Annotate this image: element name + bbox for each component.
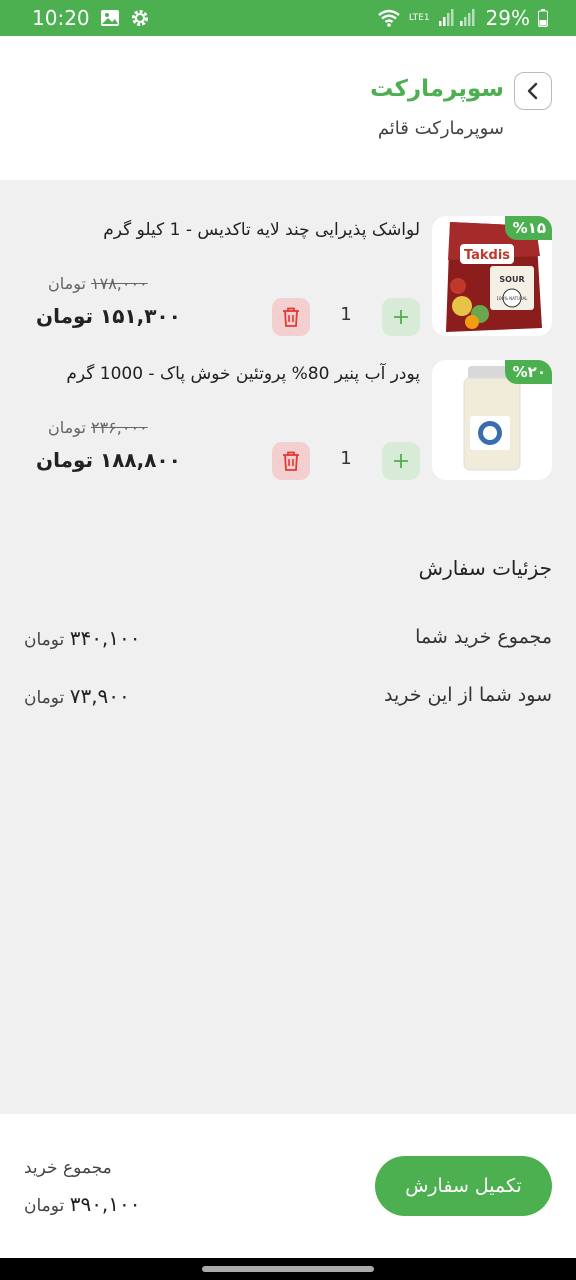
store-title: سوپرمارکت (370, 76, 504, 102)
cart-item: %۲۰ پودر آب پنیر 80% پروتئین خوش پاک - 1… (0, 360, 576, 492)
discount-badge: %۱۵ (504, 216, 552, 240)
old-price: ۲۳۶,۰۰۰ تومان (48, 418, 148, 437)
old-price-currency: تومان (48, 418, 86, 437)
price-value: ۱۵۱,۳۰۰ (99, 304, 181, 328)
increase-quantity-button[interactable] (382, 442, 420, 480)
old-price-value: ۱۷۸,۰۰۰ (91, 274, 148, 293)
brand-text: Takdis (464, 248, 510, 263)
cart-item: Takdis SOUR 100% NATURAL %۱۵ لواشک پذیرا… (0, 216, 576, 348)
quantity: 1 (340, 448, 352, 469)
product-name[interactable]: پودر آب پنیر 80% پروتئین خوش پاک - 1000 … (66, 364, 420, 384)
total-amount: ۳۹۰,۱۰۰ (69, 1192, 141, 1216)
label-line1: SOUR (499, 275, 524, 284)
order-details-title: جزئیات سفارش (418, 556, 552, 580)
detail-currency: تومان (24, 630, 65, 650)
price-value: ۱۸۸,۸۰۰ (99, 448, 181, 472)
image-icon (100, 9, 120, 27)
price-currency: تومان (36, 304, 94, 328)
detail-row-subtotal: مجموع خرید شما ۳۴۰,۱۰۰ تومان (24, 624, 552, 654)
system-nav-bar (0, 1258, 576, 1280)
plus-icon (394, 454, 408, 468)
total-label: مجموع خرید (24, 1158, 112, 1178)
trash-icon (283, 307, 299, 327)
detail-value: ۳۴۰,۱۰۰ تومان (24, 626, 141, 650)
total-currency: تومان (24, 1196, 65, 1216)
total-value: ۳۹۰,۱۰۰ تومان (24, 1192, 141, 1216)
status-left: 10:20 (32, 6, 150, 30)
cart-content: Takdis SOUR 100% NATURAL %۱۵ لواشک پذیرا… (0, 180, 576, 1114)
header: سوپرمارکت سوپرمارکت قائم (0, 36, 576, 180)
delete-item-button[interactable] (272, 442, 310, 480)
price: ۱۸۸,۸۰۰ تومان (36, 448, 181, 472)
product-image[interactable]: %۲۰ (432, 360, 552, 480)
home-gesture-handle[interactable] (202, 1266, 374, 1272)
quantity: 1 (340, 304, 352, 325)
detail-row-savings: سود شما از این خرید ۷۳,۹۰۰ تومان (24, 682, 552, 712)
detail-amount: ۷۳,۹۰۰ (69, 684, 130, 708)
status-time: 10:20 (32, 6, 90, 30)
product-image[interactable]: Takdis SOUR 100% NATURAL %۱۵ (432, 216, 552, 336)
detail-value: ۷۳,۹۰۰ تومان (24, 684, 130, 708)
detail-currency: تومان (24, 688, 65, 708)
status-right: LTE1 29% (377, 6, 548, 30)
battery-icon (538, 9, 548, 27)
wifi-icon (377, 9, 401, 27)
delete-item-button[interactable] (272, 298, 310, 336)
gear-icon (130, 8, 150, 28)
chevron-left-icon (527, 82, 538, 100)
trash-icon (283, 451, 299, 471)
old-price-value: ۲۳۶,۰۰۰ (91, 418, 148, 437)
signal-icon (438, 9, 478, 27)
old-price-currency: تومان (48, 274, 86, 293)
discount-badge: %۲۰ (504, 360, 552, 384)
detail-label: مجموع خرید شما (415, 626, 552, 648)
label-line2: 100% NATURAL (496, 296, 528, 301)
detail-amount: ۳۴۰,۱۰۰ (69, 626, 141, 650)
product-name[interactable]: لواشک پذیرایی چند لایه تاکدیس - 1 کیلو گ… (103, 220, 420, 240)
detail-label: سود شما از این خرید (383, 684, 552, 706)
network-label: LTE1 (408, 13, 430, 23)
complete-order-button[interactable]: تکمیل سفارش (375, 1156, 552, 1216)
checkout-bar: مجموع خرید ۳۹۰,۱۰۰ تومان تکمیل سفارش (0, 1114, 576, 1258)
price-currency: تومان (36, 448, 94, 472)
back-button[interactable] (514, 72, 552, 110)
battery-percent: 29% (485, 6, 530, 30)
price: ۱۵۱,۳۰۰ تومان (36, 304, 181, 328)
store-subtitle: سوپرمارکت قائم (377, 118, 504, 139)
increase-quantity-button[interactable] (382, 298, 420, 336)
old-price: ۱۷۸,۰۰۰ تومان (48, 274, 148, 293)
status-bar: 10:20 LTE1 29% (0, 0, 576, 36)
plus-icon (394, 310, 408, 324)
